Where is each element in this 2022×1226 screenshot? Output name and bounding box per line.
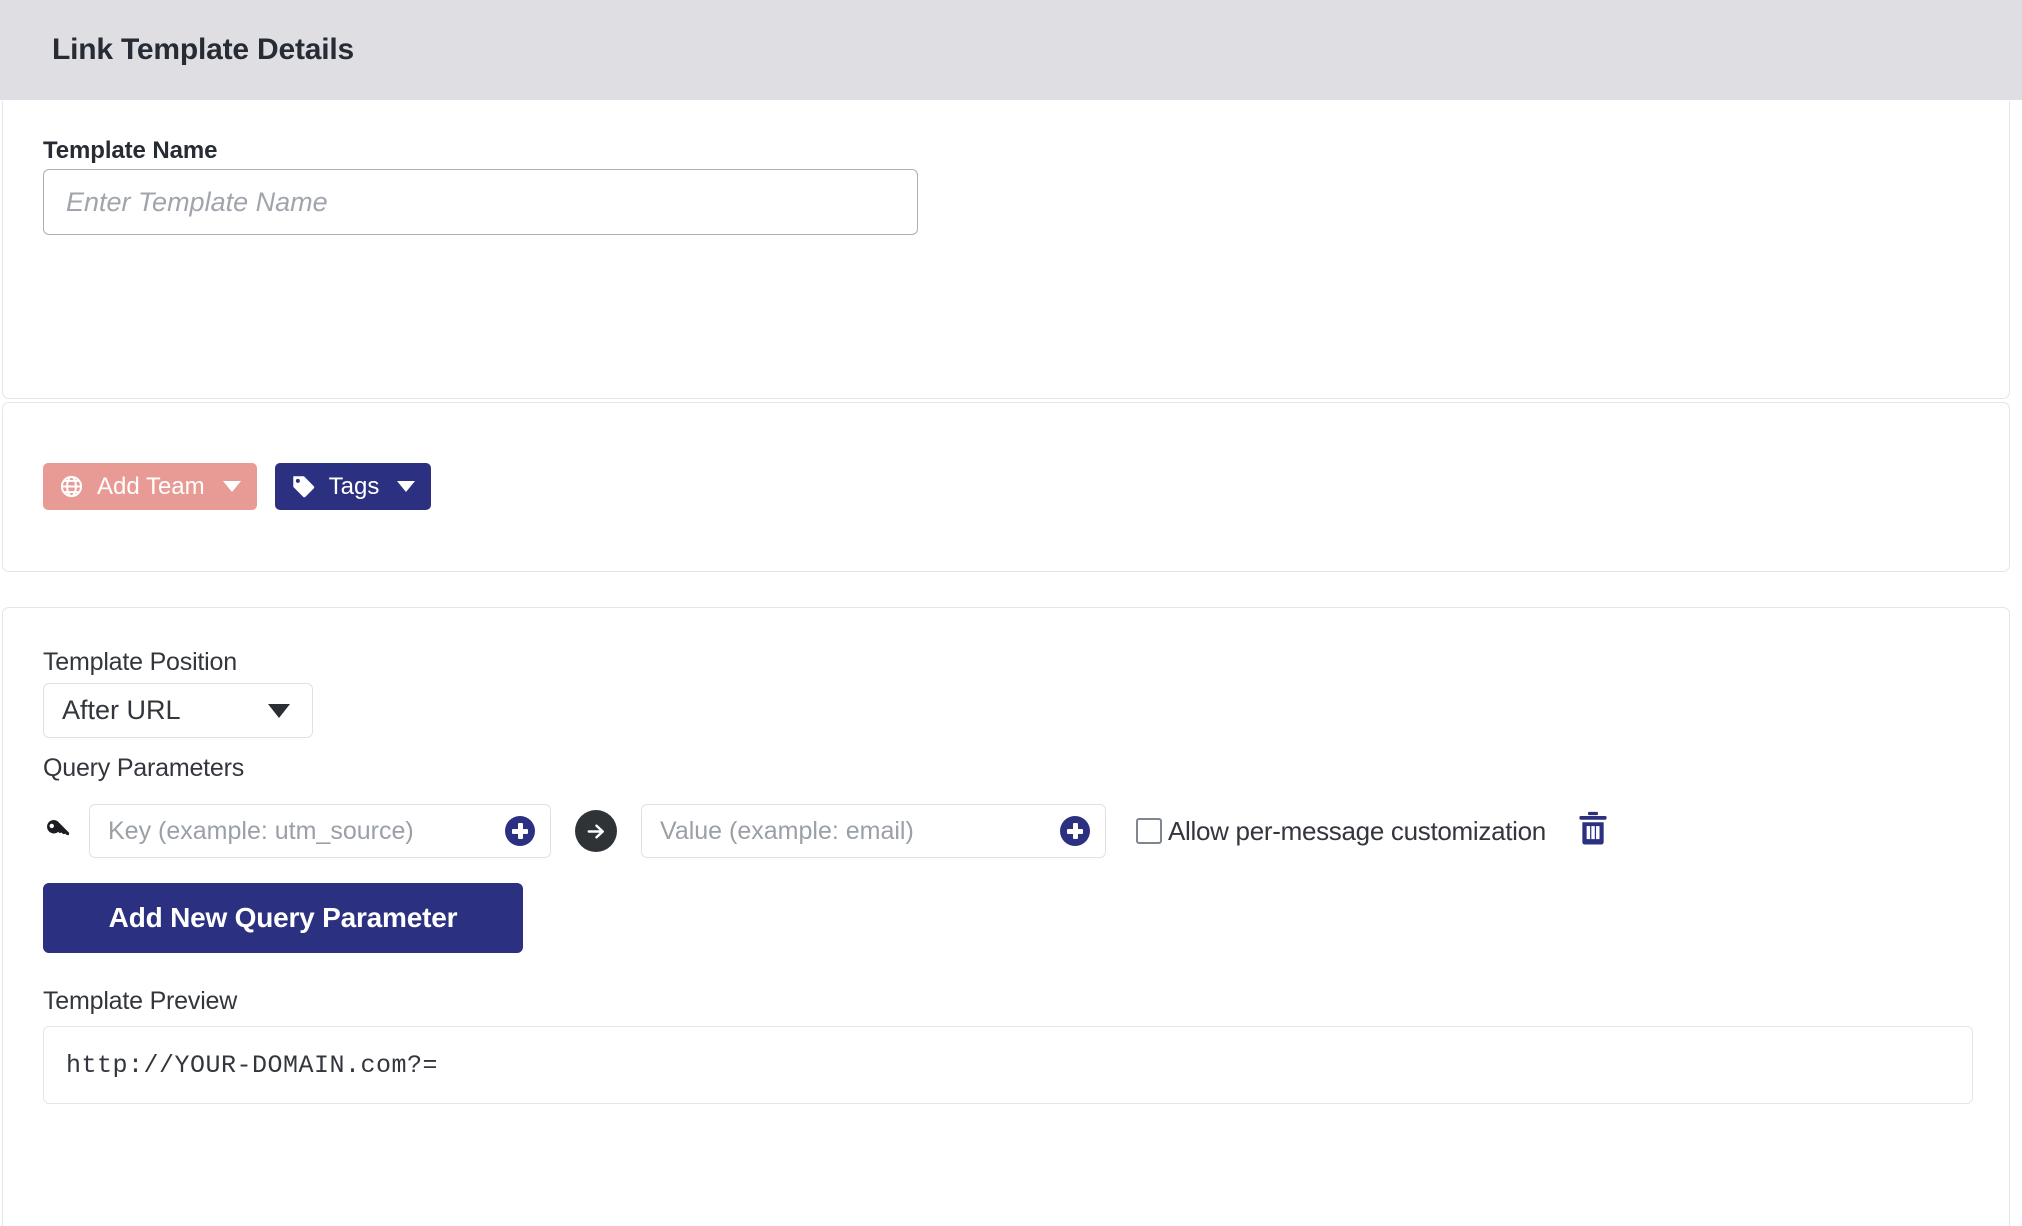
trash-icon: [1576, 811, 1610, 852]
template-name-label: Template Name: [43, 137, 218, 164]
page-header: Link Template Details: [0, 0, 2022, 100]
add-team-label: Add Team: [97, 472, 205, 500]
plus-circle-icon-value[interactable]: [1060, 816, 1090, 846]
arrow-right-circle-icon[interactable]: [575, 810, 617, 852]
key-icon: [43, 816, 89, 846]
page-title: Link Template Details: [52, 33, 354, 66]
query-parameters-label: Query Parameters: [43, 754, 245, 782]
team-tags-card: Add Team Tags: [2, 402, 2010, 572]
template-position-select[interactable]: After URL: [43, 683, 313, 738]
allow-per-message-customization-checkbox[interactable]: Allow per-message customization: [1136, 816, 1546, 847]
template-preview-value: http://YOUR-DOMAIN.com?=: [66, 1050, 439, 1080]
template-position-label: Template Position: [43, 648, 237, 676]
allow-per-message-customization-label: Allow per-message customization: [1168, 815, 1546, 846]
team-tags-button-row: Add Team Tags: [43, 463, 432, 510]
value-field-wrapper: [641, 804, 1106, 858]
chevron-down-icon: [397, 481, 416, 492]
chevron-down-icon: [222, 481, 241, 492]
template-preview-label: Template Preview: [43, 987, 238, 1015]
key-input[interactable]: [89, 804, 551, 858]
template-name-card: Template Name + Add Template Description: [2, 101, 2010, 434]
add-team-button[interactable]: Add Team: [43, 463, 257, 510]
template-position-value: After URL: [62, 695, 181, 725]
query-parameters-card: Template Position After URL Query Parame…: [2, 607, 2010, 1226]
tags-label: Tags: [328, 472, 380, 500]
globe-icon: [59, 474, 84, 499]
delete-query-parameter-button[interactable]: [1576, 811, 1610, 852]
query-parameter-row: Allow per-message customization: [43, 804, 1610, 858]
chevron-down-icon: [268, 703, 290, 718]
template-preview-box: http://YOUR-DOMAIN.com?=: [43, 1026, 1973, 1104]
checkbox-box[interactable]: [1136, 818, 1162, 844]
add-new-query-parameter-button[interactable]: Add New Query Parameter: [43, 883, 523, 953]
template-name-input[interactable]: [43, 169, 918, 235]
tags-button[interactable]: Tags: [274, 463, 432, 510]
plus-circle-icon-key[interactable]: [505, 816, 535, 846]
tag-icon: [291, 474, 316, 499]
link-template-details-page: Link Template Details Template Name + Ad…: [0, 0, 2022, 1226]
value-input[interactable]: [641, 804, 1106, 858]
key-field-wrapper: [89, 804, 551, 858]
